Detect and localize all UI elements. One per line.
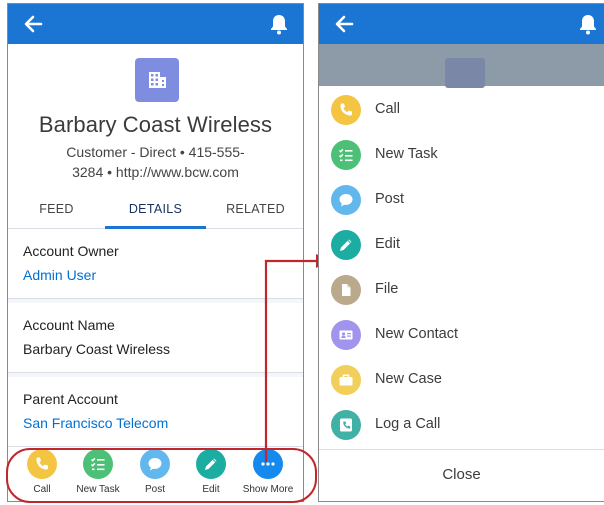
action-menu-screen: Call New Task Post Edit File New Contact… bbox=[318, 3, 604, 502]
menu-item-call[interactable]: Call bbox=[319, 88, 604, 133]
notification-bell-icon[interactable] bbox=[578, 13, 598, 35]
menu-item-file[interactable]: File bbox=[319, 268, 604, 313]
menu-item-label: File bbox=[375, 281, 399, 297]
back-arrow-icon[interactable] bbox=[333, 13, 355, 35]
dimmed-backdrop[interactable] bbox=[319, 44, 604, 88]
menu-item-new-case[interactable]: New Case bbox=[319, 358, 604, 403]
menu-item-new-task[interactable]: New Task bbox=[319, 133, 604, 178]
menu-item-label: Edit bbox=[375, 236, 400, 252]
menu-item-label: New Case bbox=[375, 371, 442, 387]
menu-item-label: New Contact bbox=[375, 326, 459, 342]
menu-item-label: Call bbox=[375, 101, 400, 117]
menu-item-label: Post bbox=[375, 191, 405, 207]
menu-item-new-contact[interactable]: New Contact bbox=[319, 313, 604, 358]
pencil-icon bbox=[331, 230, 361, 260]
contact-card-icon bbox=[331, 320, 361, 350]
close-button[interactable]: Close bbox=[319, 449, 604, 501]
briefcase-icon bbox=[331, 365, 361, 395]
account-building-icon bbox=[445, 58, 485, 88]
phone-icon bbox=[331, 95, 361, 125]
close-button-label: Close bbox=[442, 466, 481, 483]
file-icon bbox=[331, 275, 361, 305]
menu-item-log-a-call[interactable]: Log a Call bbox=[319, 403, 604, 448]
menu-item-label: Log a Call bbox=[375, 416, 441, 432]
task-list-icon bbox=[331, 140, 361, 170]
top-nav-bar bbox=[319, 4, 604, 44]
menu-item-label: New Task bbox=[375, 146, 438, 162]
menu-item-post[interactable]: Post bbox=[319, 178, 604, 223]
menu-item-edit[interactable]: Edit bbox=[319, 223, 604, 268]
action-menu-list: Call New Task Post Edit File New Contact… bbox=[319, 88, 604, 448]
log-call-icon bbox=[331, 410, 361, 440]
chat-bubble-icon bbox=[331, 185, 361, 215]
